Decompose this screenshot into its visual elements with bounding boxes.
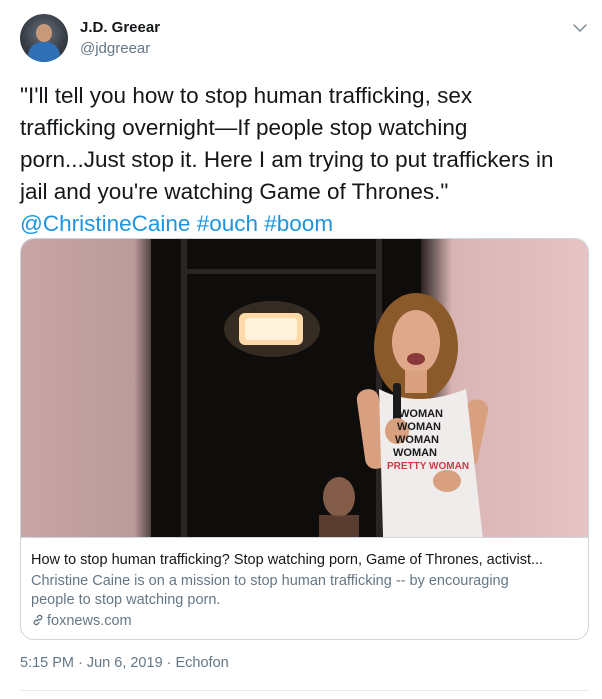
tweet-text: "I'll tell you how to stop human traffic…: [20, 80, 595, 240]
card-description-line: people to stop watching porn.: [31, 592, 221, 608]
divider: [20, 690, 589, 691]
shirt-text: WOMAN: [395, 434, 439, 446]
tweet-time[interactable]: 5:15 PM: [20, 655, 74, 671]
mention-link[interactable]: @ChristineCaine: [20, 211, 190, 236]
tweet-client[interactable]: Echofon: [175, 655, 228, 671]
chevron-down-icon[interactable]: [570, 18, 590, 38]
card-description: Christine Caine is on a mission to stop …: [31, 572, 571, 610]
shirt-text: PRETTY WOMAN: [387, 461, 469, 472]
avatar-body: [28, 42, 60, 62]
hashtag-link[interactable]: #boom: [264, 211, 333, 236]
avatar-head: [36, 24, 52, 42]
hashtag-link[interactable]: #ouch: [197, 211, 258, 236]
tweet-meta: 5:15 PM · Jun 6, 2019 · Echofon: [20, 655, 229, 671]
link-card[interactable]: WOMAN WOMAN WOMAN WOMAN PRETTY WOMAN How…: [20, 238, 589, 640]
tweet-links-line: @ChristineCaine #ouch #boom: [20, 208, 595, 240]
card-domain-text: foxnews.com: [47, 613, 132, 629]
author-handle[interactable]: @jdgreear: [80, 40, 150, 57]
link-icon: [33, 614, 43, 626]
card-description-line: Christine Caine is on a mission to stop …: [31, 573, 509, 589]
tweet-line: porn...Just stop it. Here I am trying to…: [20, 147, 554, 172]
card-title[interactable]: How to stop human trafficking? Stop watc…: [31, 552, 581, 568]
shirt-text: WOMAN: [397, 421, 441, 433]
tweet-line: trafficking overnight—If people stop wat…: [20, 115, 468, 140]
tweet-date[interactable]: Jun 6, 2019: [87, 655, 163, 671]
meta-separator: ·: [78, 655, 83, 671]
card-domain[interactable]: foxnews.com: [31, 613, 132, 629]
author-name[interactable]: J.D. Greear: [80, 19, 160, 36]
tweet-line: "I'll tell you how to stop human traffic…: [20, 83, 473, 108]
avatar[interactable]: [20, 14, 68, 62]
meta-separator: ·: [166, 655, 172, 671]
card-body[interactable]: How to stop human trafficking? Stop watc…: [21, 537, 588, 639]
shirt-text: WOMAN: [399, 408, 443, 420]
tweet: J.D. Greear @jdgreear "I'll tell you how…: [0, 0, 602, 699]
tweet-line: jail and you're watching Game of Thrones…: [20, 179, 449, 204]
shirt-text: WOMAN: [393, 447, 437, 459]
card-image[interactable]: WOMAN WOMAN WOMAN WOMAN PRETTY WOMAN: [21, 239, 588, 537]
speaker-photo: WOMAN WOMAN WOMAN WOMAN PRETTY WOMAN: [151, 239, 489, 537]
